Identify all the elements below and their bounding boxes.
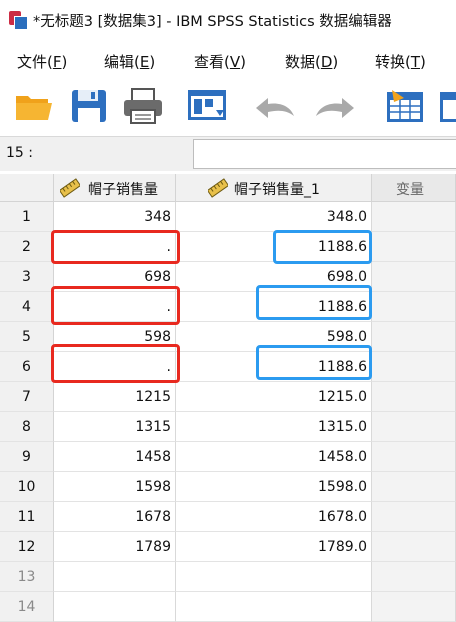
menu-data-key: D [320, 53, 333, 71]
cell-value-input[interactable] [193, 139, 456, 169]
row-header[interactable]: 8 [0, 412, 54, 442]
data-cell-col3[interactable] [372, 292, 456, 322]
data-cell-col1[interactable]: 1678 [54, 502, 176, 532]
row-header[interactable]: 1 [0, 202, 54, 232]
column-name-2: 帽子销售量_1 [234, 182, 320, 198]
data-cell-col3[interactable] [372, 202, 456, 232]
data-cell-col1[interactable]: 1598 [54, 472, 176, 502]
cell-reference-label: 15 : [6, 145, 33, 161]
toolbar [0, 80, 456, 132]
data-cell-col1[interactable]: 1458 [54, 442, 176, 472]
data-cell-col3[interactable] [372, 322, 456, 352]
red-highlight-box [51, 230, 180, 264]
row-header[interactable]: 4 [0, 292, 54, 322]
data-cell-col3[interactable] [372, 412, 456, 442]
blue-highlight-box [256, 285, 372, 320]
data-cell-col3[interactable] [372, 472, 456, 502]
data-cell-col1[interactable] [54, 562, 176, 592]
red-highlight-box [51, 286, 180, 325]
red-highlight-box [51, 344, 180, 383]
menu-transform-end: ) [420, 53, 426, 71]
row-header[interactable]: 12 [0, 532, 54, 562]
row-header[interactable]: 3 [0, 262, 54, 292]
menu-view-label: 查看( [194, 53, 230, 71]
corner-header [0, 174, 54, 202]
scale-ruler-icon [208, 178, 228, 198]
row-header[interactable]: 14 [0, 592, 54, 622]
window-title: *无标题3 [数据集3] - IBM SPSS Statistics 数据编辑器 [33, 13, 392, 30]
row-header[interactable]: 6 [0, 352, 54, 382]
menu-bar: 文件(F) 编辑(E) 查看(V) 数据(D) 转换(T) [0, 40, 456, 80]
data-cell-col2[interactable]: 1458.0 [176, 442, 372, 472]
menu-file[interactable]: 文件(F) [17, 51, 67, 72]
data-cell-col1[interactable]: 1215 [54, 382, 176, 412]
menu-data-end: ) [332, 53, 339, 71]
row-header[interactable]: 11 [0, 502, 54, 532]
variables-icon[interactable] [436, 86, 456, 126]
column-header-1[interactable]: 帽子销售量 [54, 174, 176, 202]
title-bar: *无标题3 [数据集3] - IBM SPSS Statistics 数据编辑器 [0, 0, 456, 40]
data-cell-col2[interactable]: 1598.0 [176, 472, 372, 502]
save-icon[interactable] [69, 86, 109, 126]
menu-edit[interactable]: 编辑(E) [104, 51, 155, 72]
data-cell-col2[interactable] [176, 592, 372, 622]
menu-transform[interactable]: 转换(T) [375, 51, 426, 72]
row-header[interactable]: 5 [0, 322, 54, 352]
data-cell-col2[interactable] [176, 562, 372, 592]
menu-edit-key: E [139, 53, 150, 71]
data-cell-col1[interactable] [54, 592, 176, 622]
data-cell-col1[interactable]: 1315 [54, 412, 176, 442]
data-cell-col1[interactable]: 1789 [54, 532, 176, 562]
spss-app-icon [9, 11, 28, 30]
open-folder-icon[interactable] [14, 86, 54, 126]
data-cell-col3[interactable] [372, 562, 456, 592]
cell-reference-bar: 15 : [0, 136, 456, 171]
menu-data[interactable]: 数据(D) [285, 51, 338, 72]
redo-icon[interactable] [312, 86, 358, 126]
column-header-3[interactable]: 变量 [372, 174, 456, 202]
menu-file-key: F [52, 53, 62, 71]
data-cell-col3[interactable] [372, 262, 456, 292]
blue-highlight-box [256, 345, 372, 380]
row-header[interactable]: 10 [0, 472, 54, 502]
data-cell-col2[interactable]: 1678.0 [176, 502, 372, 532]
data-grid: 帽子销售量 帽子销售量_1 变量 1 348 348.0 2. 1188.6 3 698 69… [0, 174, 456, 622]
menu-transform-key: T [410, 53, 421, 71]
menu-edit-end: ) [149, 53, 156, 71]
column-name-1: 帽子销售量 [88, 182, 158, 198]
data-cell-col2[interactable]: 1215.0 [176, 382, 372, 412]
menu-data-label: 数据( [285, 53, 321, 71]
recall-dialog-icon[interactable] [186, 86, 230, 126]
menu-file-label: 文件( [17, 53, 53, 71]
menu-transform-label: 转换( [375, 53, 411, 71]
menu-view-key: V [229, 53, 241, 71]
column-header-2[interactable]: 帽子销售量_1 [176, 174, 372, 202]
print-icon[interactable] [121, 86, 165, 126]
blue-highlight-box [273, 230, 372, 264]
menu-view-end: ) [240, 53, 246, 71]
row-header[interactable]: 9 [0, 442, 54, 472]
data-cell-col2[interactable]: 1315.0 [176, 412, 372, 442]
data-cell-col2[interactable]: 348.0 [176, 202, 372, 232]
data-cell-col1[interactable]: 348 [54, 202, 176, 232]
data-cell-col3[interactable] [372, 442, 456, 472]
menu-edit-label: 编辑( [104, 53, 140, 71]
goto-case-icon[interactable] [384, 86, 428, 126]
column-name-3: 变量 [396, 182, 424, 198]
data-cell-col3[interactable] [372, 592, 456, 622]
menu-file-end: ) [61, 53, 68, 71]
data-cell-col3[interactable] [372, 532, 456, 562]
undo-icon[interactable] [252, 86, 298, 126]
row-header[interactable]: 2 [0, 232, 54, 262]
row-header[interactable]: 7 [0, 382, 54, 412]
menu-view[interactable]: 查看(V) [194, 51, 246, 72]
row-header[interactable]: 13 [0, 562, 54, 592]
data-cell-col3[interactable] [372, 502, 456, 532]
data-cell-col2[interactable]: 1789.0 [176, 532, 372, 562]
data-cell-col3[interactable] [372, 382, 456, 412]
scale-ruler-icon [60, 178, 80, 198]
data-cell-col3[interactable] [372, 352, 456, 382]
data-cell-col3[interactable] [372, 232, 456, 262]
